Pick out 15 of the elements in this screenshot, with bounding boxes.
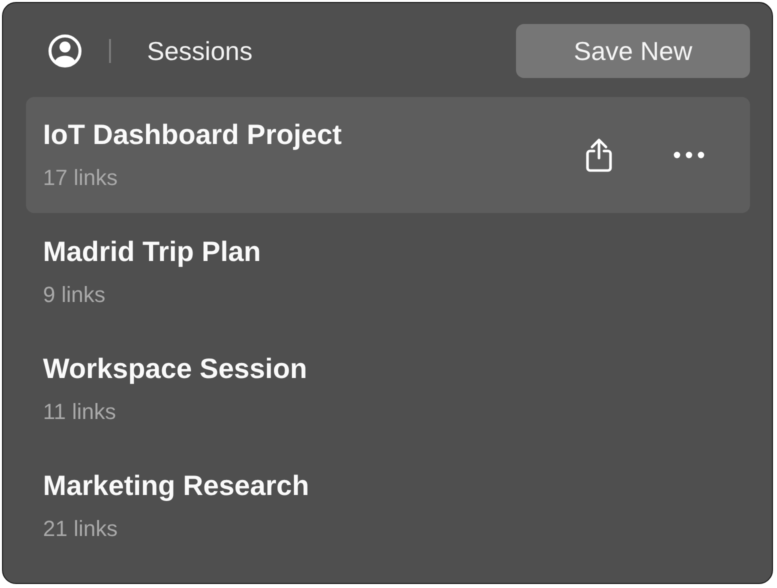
link-count: 21 links xyxy=(43,516,119,542)
user-icon[interactable] xyxy=(48,34,82,68)
session-name: Workspace Session xyxy=(43,353,308,385)
session-name: IoT Dashboard Project xyxy=(43,119,343,151)
link-count: 9 links xyxy=(43,282,106,308)
save-new-button[interactable]: Save New xyxy=(516,24,750,78)
panel-title: Sessions xyxy=(147,36,254,66)
session-item[interactable]: Marketing Research 21 links xyxy=(26,448,750,564)
session-item[interactable]: IoT Dashboard Project 17 links xyxy=(26,97,750,213)
link-count: 17 links xyxy=(43,165,119,191)
session-item[interactable]: Workspace Session 11 links xyxy=(26,331,750,447)
session-item[interactable]: Madrid Trip Plan 9 links xyxy=(26,214,750,330)
session-name: Marketing Research xyxy=(43,470,310,502)
link-count: 11 links xyxy=(43,399,117,425)
session-name: Madrid Trip Plan xyxy=(43,236,262,268)
